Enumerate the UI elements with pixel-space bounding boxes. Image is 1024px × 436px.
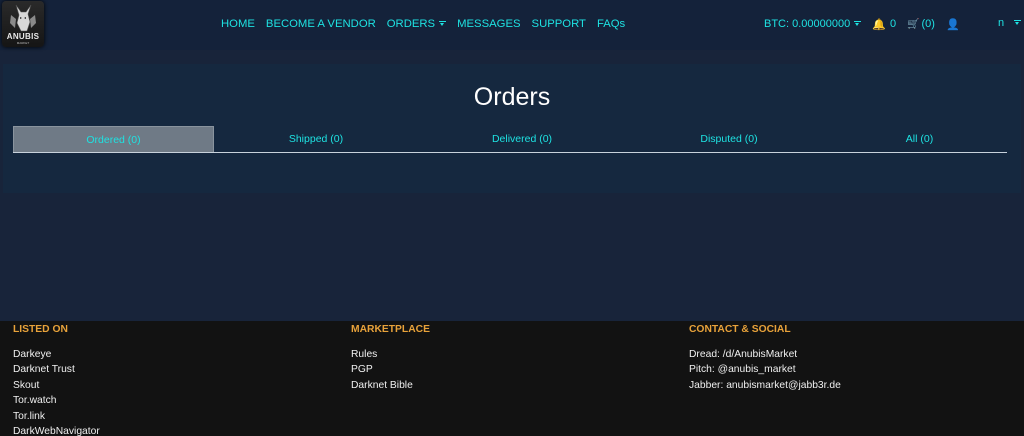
footer-contact-pitch: Pitch: @anubis_market <box>689 364 796 376</box>
footer-heading: CONTACT & SOCIAL <box>689 324 791 335</box>
main-nav: HOME BECOME A VENDOR ORDERS MESSAGES SUP… <box>221 17 636 31</box>
footer: LISTED ON Darkeye Darknet Trust Skout To… <box>0 321 1024 436</box>
nav-home[interactable]: HOME <box>221 18 255 30</box>
footer-list: Rules PGP Darknet Bible <box>351 347 413 393</box>
nav-become-vendor[interactable]: BECOME A VENDOR <box>266 18 376 30</box>
tab-disputed[interactable]: Disputed (0) <box>626 126 832 152</box>
footer-link-darknet-bible[interactable]: Darknet Bible <box>351 378 413 393</box>
page-title: Orders <box>473 83 551 111</box>
order-tabs: Ordered (0) Shipped (0) Delivered (0) Di… <box>13 126 1007 153</box>
cart[interactable]: 🛒 (0) <box>907 18 935 30</box>
btc-balance[interactable]: BTC: 0.00000000 <box>764 18 862 30</box>
nav-right: BTC: 0.00000000 🔔 0 🛒 (0) 👤 <box>764 17 971 31</box>
nav-messages[interactable]: MESSAGES <box>457 18 520 30</box>
nav-faqs[interactable]: FAQs <box>597 18 625 30</box>
user-menu[interactable]: 👤 <box>946 18 960 31</box>
anubis-logo[interactable]: ANUBIS MARKET <box>2 1 44 47</box>
cart-count: (0) <box>921 18 935 30</box>
footer-link-skout[interactable]: Skout <box>13 378 100 393</box>
orders-panel: Orders Ordered (0) Shipped (0) Delivered… <box>3 64 1021 193</box>
chevron-down-icon <box>854 21 862 27</box>
user-name[interactable]: n <box>998 17 1004 29</box>
footer-link-darkwebnavigator[interactable]: DarkWebNavigator <box>13 424 100 436</box>
footer-contact-jabber: Jabber: anubismarket@jabb3r.de <box>689 379 841 391</box>
cart-icon: 🛒 <box>907 18 920 30</box>
footer-link-tor-watch[interactable]: Tor.watch <box>13 393 100 408</box>
footer-heading: LISTED ON <box>13 324 68 335</box>
top-navbar: ANUBIS MARKET HOME BECOME A VENDOR ORDER… <box>0 0 1024 50</box>
anubis-head-icon <box>10 4 36 32</box>
chevron-down-icon <box>439 21 447 27</box>
footer-link-pgp[interactable]: PGP <box>351 362 413 377</box>
footer-list: Dread: /d/AnubisMarket Pitch: @anubis_ma… <box>689 347 841 393</box>
tab-all[interactable]: All (0) <box>832 126 1007 152</box>
footer-link-darkeye[interactable]: Darkeye <box>13 347 100 362</box>
footer-list: Darkeye Darknet Trust Skout Tor.watch To… <box>13 347 100 436</box>
footer-heading: MARKETPLACE <box>351 324 430 335</box>
notifications[interactable]: 🔔 0 <box>872 18 896 31</box>
nav-orders[interactable]: ORDERS <box>386 18 447 30</box>
chevron-down-icon[interactable] <box>1014 20 1021 26</box>
notifications-count: 0 <box>889 18 897 30</box>
footer-link-darknet-trust[interactable]: Darknet Trust <box>13 362 100 377</box>
tab-delivered[interactable]: Delivered (0) <box>418 126 626 152</box>
btc-balance-label: BTC: 0.00000000 <box>764 18 851 30</box>
nav-orders-label: ORDERS <box>386 18 436 30</box>
logo-subtitle: MARKET <box>16 41 30 45</box>
footer-contact-dread: Dread: /d/AnubisMarket <box>689 349 798 360</box>
footer-link-tor-link[interactable]: Tor.link <box>13 409 100 424</box>
footer-link-rules[interactable]: Rules <box>351 347 413 362</box>
logo-text: ANUBIS <box>6 32 40 41</box>
nav-support[interactable]: SUPPORT <box>532 18 586 30</box>
bell-icon: 🔔 <box>872 18 886 31</box>
tab-shipped[interactable]: Shipped (0) <box>214 126 418 152</box>
user-icon: 👤 <box>945 18 960 31</box>
tab-ordered[interactable]: Ordered (0) <box>13 126 214 152</box>
